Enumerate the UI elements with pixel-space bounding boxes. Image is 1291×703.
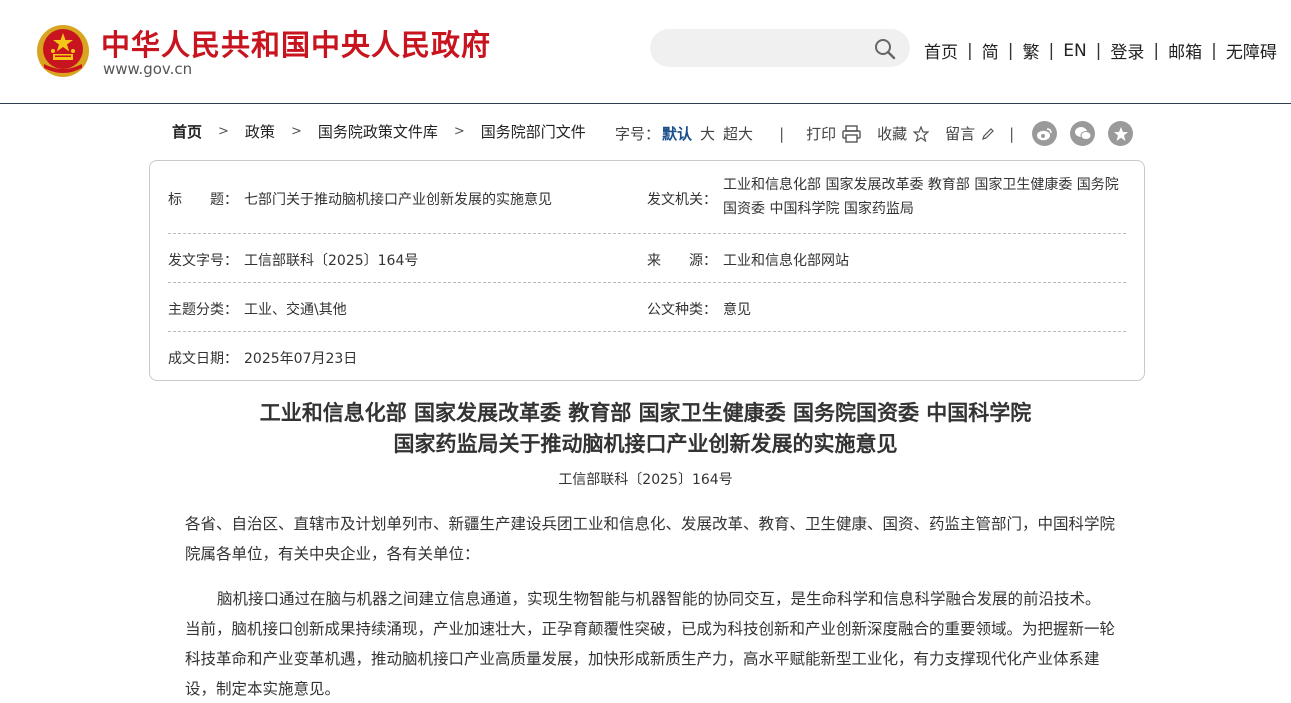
font-size-xlarge[interactable]: 超大	[723, 123, 753, 144]
issuer-value: 工业和信息化部 国家发展改革委 教育部 国家卫生健康委 国务院国资委 中国科学院…	[723, 177, 1119, 217]
top-nav: 首页 | 简 | 繁 | EN | 登录 | 邮箱 | 无障碍	[924, 38, 1277, 64]
breadcrumb-home[interactable]: 首页	[172, 121, 202, 142]
article-title-line2: 国家药监局关于推动脑机接口产业创新发展的实施意见	[393, 431, 898, 456]
wechat-icon[interactable]	[1070, 121, 1096, 146]
comment-label: 留言	[945, 125, 976, 143]
article-doc-number: 工信部联科〔2025〕164号	[558, 472, 733, 488]
article-title: 工业和信息化部 国家发展改革委 教育部 国家卫生健康委 国务院国资委 中国科学院…	[0, 397, 1291, 459]
breadcrumb-policy-library[interactable]: 国务院政策文件库	[318, 121, 438, 142]
nav-login-link[interactable]: 登录	[1110, 38, 1144, 63]
nav-simplified-link[interactable]: 简	[982, 38, 999, 63]
topic-label: 主题分类：	[168, 302, 238, 318]
nav-traditional-link[interactable]: 繁	[1022, 38, 1039, 63]
font-size-label: 字号：	[615, 125, 661, 143]
article-title-line1: 工业和信息化部 国家发展改革委 教育部 国家卫生健康委 国务院国资委 中国科学院	[259, 400, 1032, 425]
doc-type-value: 意见	[723, 302, 751, 318]
date-label: 成文日期：	[168, 351, 238, 367]
tools-divider: |	[779, 124, 785, 143]
date-value: 2025年07月23日	[244, 351, 358, 367]
nav-divider: |	[1007, 40, 1014, 61]
search-icon[interactable]	[873, 37, 897, 61]
share-buttons	[1032, 121, 1146, 146]
site-url: www.gov.cn	[103, 60, 193, 78]
pencil-icon	[982, 127, 995, 140]
doc-number-value: 工信部联科〔2025〕164号	[244, 253, 419, 269]
title-value: 七部门关于推动脑机接口产业创新发展的实施意见	[244, 192, 552, 208]
chevron-right-icon: >	[218, 124, 229, 139]
article-tools: 字号： 默认 大 超大 | 打印 收藏 留言 |	[615, 121, 1146, 146]
comment-button[interactable]: 留言	[945, 123, 995, 144]
nav-mail-link[interactable]: 邮箱	[1168, 38, 1202, 63]
nav-divider: |	[1095, 40, 1102, 61]
breadcrumb-policy[interactable]: 政策	[245, 121, 275, 142]
nav-accessibility-link[interactable]: 无障碍	[1226, 38, 1277, 63]
article-paragraph: 各省、自治区、直辖市及计划单列市、新疆生产建设兵团工业和信息化、发展改革、教育、…	[185, 515, 1116, 563]
site-name[interactable]: 中华人民共和国中央人民政府	[101, 22, 491, 64]
breadcrumb: 首页 > 政策 > 国务院政策文件库 > 国务院部门文件	[172, 121, 586, 142]
site-header: 中华人民共和国中央人民政府 www.gov.cn 首页 | 简 | 繁 | EN…	[0, 0, 1291, 104]
source-label: 来 源：	[647, 253, 717, 269]
printer-icon	[842, 124, 861, 143]
issuer-label: 发文机关：	[647, 192, 717, 208]
doc-number-label: 发文字号：	[168, 253, 238, 269]
tools-divider: |	[1009, 124, 1015, 143]
chevron-right-icon: >	[290, 124, 302, 139]
favorite-label: 收藏	[877, 125, 908, 143]
topic-value: 工业、交通\其他	[244, 302, 347, 318]
breadcrumb-department-docs[interactable]: 国务院部门文件	[481, 121, 586, 142]
favorite-button[interactable]: 收藏	[877, 123, 930, 144]
chevron-right-icon: >	[453, 124, 465, 139]
print-label: 打印	[806, 125, 837, 143]
nav-divider: |	[1048, 40, 1055, 61]
nav-divider: |	[1211, 40, 1217, 61]
title-label: 标 题：	[168, 192, 238, 208]
qzone-icon[interactable]	[1108, 121, 1134, 146]
nav-home-link[interactable]: 首页	[924, 38, 958, 63]
font-size-large[interactable]: 大	[700, 123, 715, 144]
print-button[interactable]: 打印	[806, 123, 861, 144]
source-value: 工业和信息化部网站	[723, 253, 849, 269]
document-info-table: 标 题： 七部门关于推动脑机接口产业创新发展的实施意见 发文机关： 工业和信息化…	[149, 160, 1145, 381]
search-input[interactable]	[650, 29, 910, 67]
star-icon	[913, 125, 930, 142]
doc-type-label: 公文种类：	[647, 302, 717, 318]
national-emblem-icon[interactable]	[36, 24, 90, 78]
nav-english-link[interactable]: EN	[1063, 41, 1086, 61]
nav-divider: |	[967, 40, 973, 61]
weibo-icon[interactable]	[1032, 121, 1058, 146]
article-paragraph: 脑机接口通过在脑与机器之间建立信息通道，实现生物智能与机器智能的协同交互，是生命…	[185, 590, 1116, 698]
font-size-default[interactable]: 默认	[662, 123, 692, 144]
nav-divider: |	[1153, 40, 1160, 61]
